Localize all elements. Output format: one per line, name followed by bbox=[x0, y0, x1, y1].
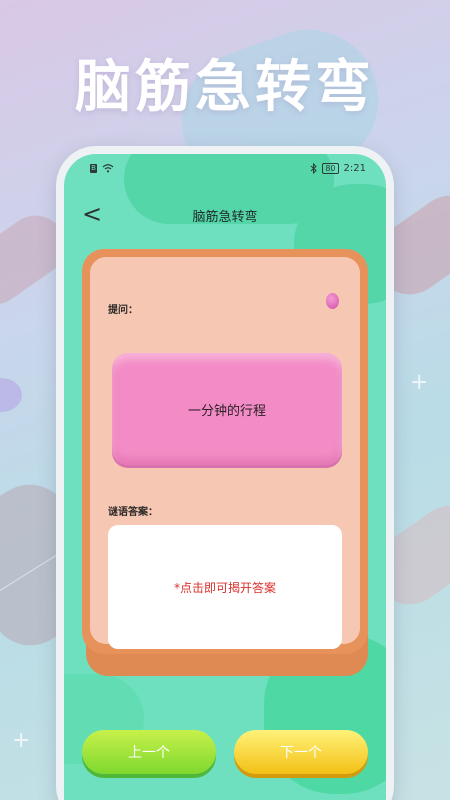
question-box: 一分钟的行程 bbox=[112, 353, 342, 465]
riddle-card-inner: 提问： 一分钟的行程 谜语答案： *点击即可揭开答案 bbox=[90, 257, 360, 649]
prev-button[interactable]: 上一个 bbox=[82, 730, 216, 774]
answer-placeholder: *点击即可揭开答案 bbox=[173, 580, 276, 595]
question-label: 提问： bbox=[108, 305, 138, 316]
status-bar: B 80 2:21 bbox=[64, 154, 386, 182]
answer-label: 谜语答案： bbox=[108, 507, 158, 518]
wifi-icon bbox=[102, 164, 114, 173]
phone-screen: B 80 2:21 < 脑筋急转弯 提问： 一分钟的行程 谜语答案： *点击即可… bbox=[64, 154, 386, 800]
pink-dot-icon bbox=[326, 293, 339, 309]
sparkle-icon: + bbox=[12, 728, 31, 753]
status-time: 2:21 bbox=[343, 162, 366, 174]
answer-reveal-box[interactable]: *点击即可揭开答案 bbox=[108, 525, 342, 649]
battery-icon: 80 bbox=[322, 162, 339, 174]
banner-title: 脑筋急转弯 bbox=[75, 55, 375, 120]
bg-ellipse bbox=[0, 378, 22, 412]
nav-bar: < 脑筋急转弯 bbox=[64, 198, 386, 234]
riddle-card: 提问： 一分钟的行程 谜语答案： *点击即可揭开答案 bbox=[82, 249, 368, 654]
sparkle-icon: + bbox=[410, 370, 429, 395]
phone-frame: B 80 2:21 < 脑筋急转弯 提问： 一分钟的行程 谜语答案： *点击即可… bbox=[56, 146, 394, 800]
question-text: 一分钟的行程 bbox=[187, 403, 266, 419]
status-right: 80 2:21 bbox=[310, 162, 366, 174]
next-button[interactable]: 下一个 bbox=[234, 730, 368, 774]
page-title: 脑筋急转弯 bbox=[192, 210, 258, 225]
sim-icon: B bbox=[90, 163, 97, 173]
status-left: B bbox=[90, 163, 114, 173]
bluetooth-icon bbox=[311, 162, 318, 174]
